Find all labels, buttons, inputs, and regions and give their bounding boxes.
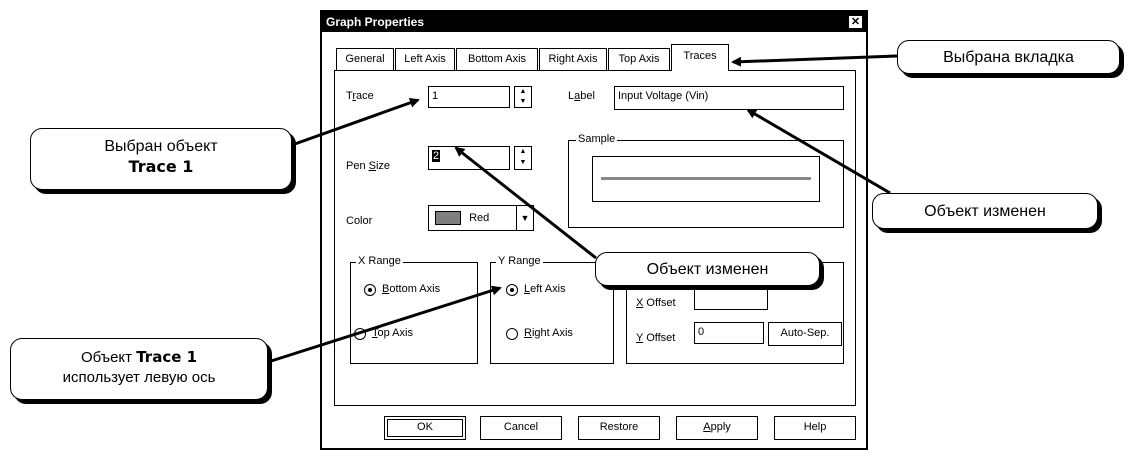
arrow-to-pen-size bbox=[454, 146, 597, 260]
callout-uses-left-axis-bold: Trace 1 bbox=[136, 348, 198, 366]
tab-traces[interactable]: Traces bbox=[671, 44, 729, 71]
callout-uses-left-axis-pre: Объект bbox=[80, 349, 133, 366]
callout-object-selected-line2: Trace 1 bbox=[128, 157, 194, 176]
callout-tab-selected: Выбрана вкладка bbox=[897, 40, 1120, 74]
arrow-to-label-field bbox=[746, 108, 891, 195]
arrow-to-traces-tab bbox=[731, 54, 898, 67]
callout-uses-left-axis: Объект Trace 1 использует левую ось bbox=[10, 338, 268, 400]
callout-object-changed-pen: Объект изменен bbox=[595, 252, 820, 286]
callout-uses-left-axis-line1: Объект Trace 1 bbox=[11, 347, 267, 368]
callout-object-selected-line1: Выбран объект bbox=[104, 138, 218, 155]
arrow-to-trace-field bbox=[291, 97, 420, 147]
arrow-to-left-axis bbox=[267, 285, 502, 364]
callout-object-changed-label: Объект изменен bbox=[872, 193, 1098, 229]
callout-uses-left-axis-line2: использует левую ось bbox=[62, 369, 216, 386]
callout-object-selected: Выбран объект Trace 1 bbox=[30, 128, 292, 190]
